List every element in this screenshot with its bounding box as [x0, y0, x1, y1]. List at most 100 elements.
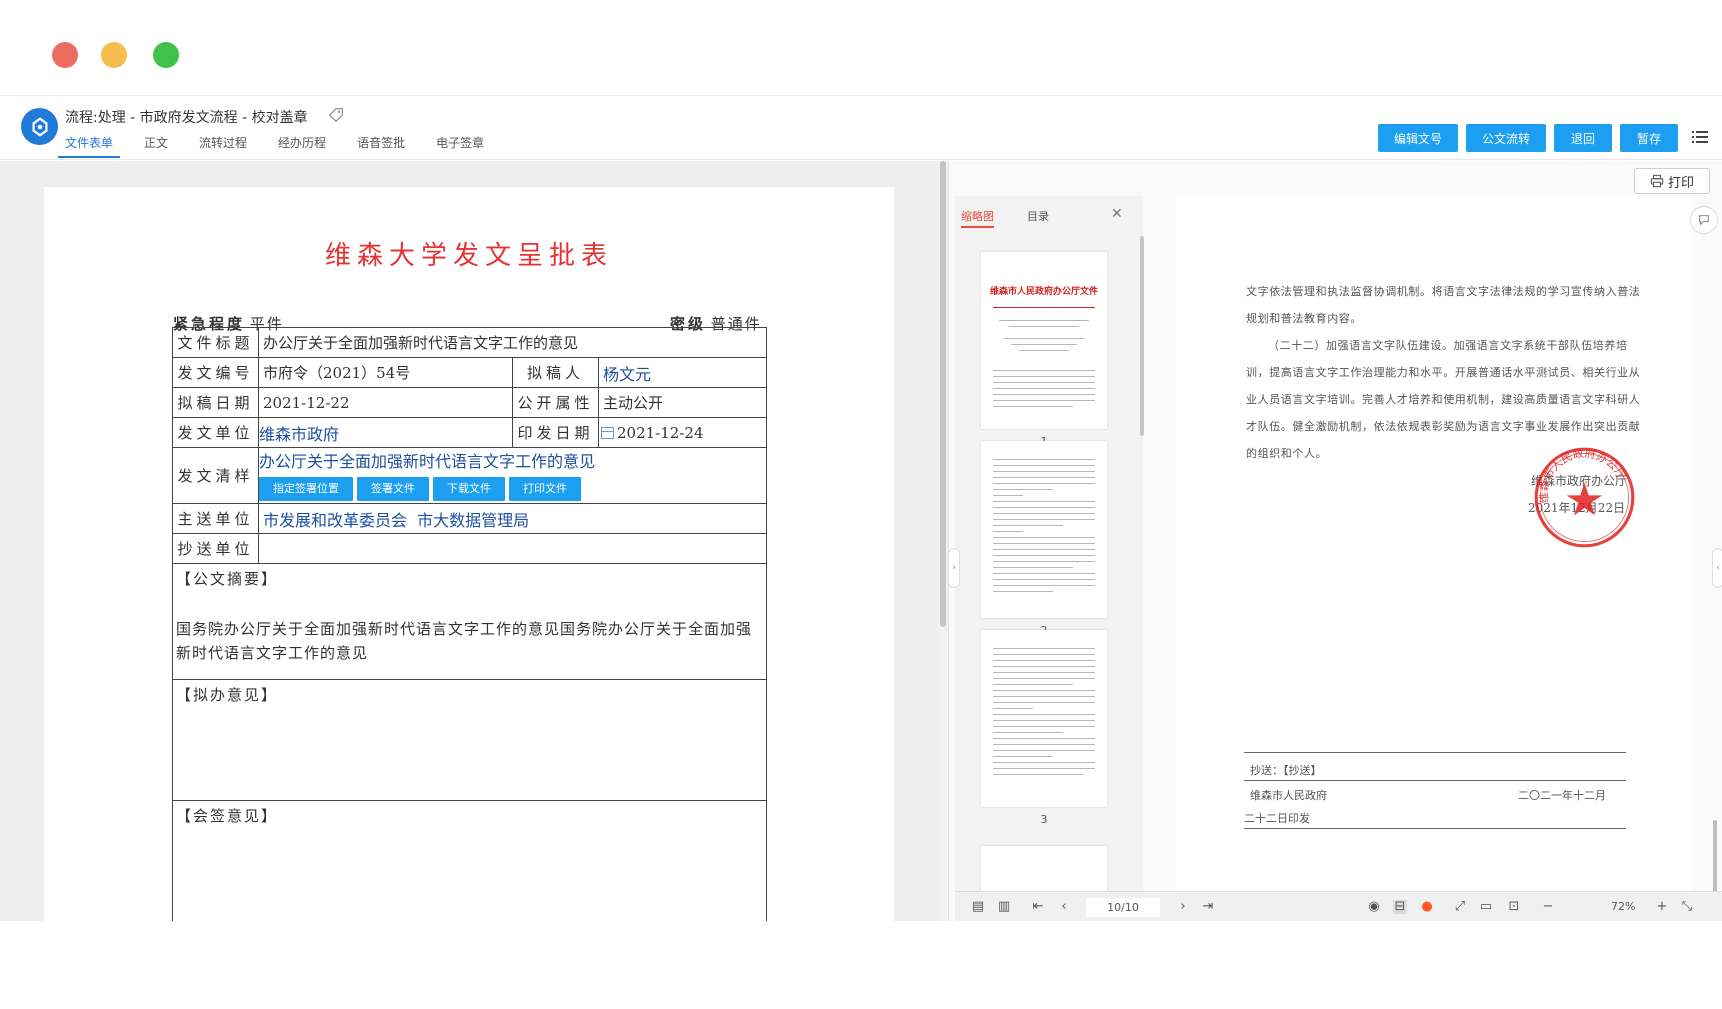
tab-voice-sign[interactable]: 语音签批 — [350, 134, 412, 158]
save-draft-button[interactable]: 暂存 — [1620, 124, 1678, 152]
first-page-icon[interactable]: ⇤ — [1031, 900, 1045, 914]
actual-size-icon[interactable]: ⊡ — [1507, 900, 1521, 914]
draft-date-label: 拟稿日期 — [172, 387, 259, 418]
doc-number-label: 发文编号 — [172, 357, 259, 388]
fit-width-icon[interactable]: ▭ — [1479, 900, 1493, 914]
maximize-window-button[interactable] — [153, 42, 179, 68]
table-row: 发文单位 维森市政府 印发日期 2021-12-24 — [172, 417, 767, 448]
draft-opinion-section[interactable]: 【拟办意见】 — [172, 679, 767, 801]
table-row: 【拟办意见】 — [172, 679, 767, 801]
table-row: 【会签意见】 — [172, 800, 767, 921]
record-icon[interactable]: ● — [1420, 900, 1434, 914]
table-row: 文件标题 办公厅关于全面加强新时代语言文字工作的意见 — [172, 327, 767, 358]
tab-form[interactable]: 文件表单 — [58, 134, 121, 158]
fit-page-icon[interactable]: ⤢ — [1453, 900, 1467, 914]
thumbnail-red-header: 维森市人民政府办公厅文件 — [989, 287, 1098, 297]
issue-date-part2: 二十二日印发 — [1244, 812, 1310, 825]
public-attr-label: 公开属性 — [512, 387, 599, 418]
issuing-unit-label: 发文单位 — [172, 417, 259, 448]
zoom-level: 72% — [1611, 900, 1636, 913]
clean-copy-link[interactable]: 办公厅关于全面加强新时代语言文字工作的意见 — [259, 450, 766, 475]
tab-flow-process[interactable]: 流转过程 — [192, 134, 254, 158]
official-seal: 维森市人民政府办公厅 — [1534, 446, 1635, 548]
download-file-button[interactable]: 下载文件 — [433, 477, 505, 501]
page-thumbnail-4[interactable] — [981, 846, 1107, 891]
approval-sheet: 维森大学发文呈批表 紧急程度 平件 密级 普通件 文件标题 办公厅关于全面加强新… — [44, 187, 894, 921]
doc-paragraph: 文字依法管理和执法监督协调机制。将语言文字法律法规的学习宣传纳入普法规划和普法教… — [1246, 285, 1641, 325]
window-titlebar — [0, 0, 1722, 96]
clean-copy-actions: 指定签署位置 签署文件 下载文件 打印文件 — [259, 475, 766, 501]
close-window-button[interactable] — [52, 42, 78, 68]
doc-circulate-button[interactable]: 公文流转 — [1466, 124, 1546, 152]
close-icon[interactable]: ✕ — [1111, 206, 1123, 222]
thumbnail-scrollbar[interactable] — [1140, 236, 1144, 436]
countersign-heading: 【会签意见】 — [176, 807, 279, 825]
next-page-icon[interactable]: › — [1176, 900, 1190, 914]
menu-list-icon[interactable] — [1692, 130, 1708, 144]
table-row: 主送单位 市发展和改革委员会 市大数据管理局 — [172, 503, 767, 534]
fullscreen-icon[interactable]: ⤡ — [1680, 900, 1694, 914]
doc-title-field[interactable]: 办公厅关于全面加强新时代语言文字工作的意见 — [258, 327, 767, 358]
cc-unit-field[interactable] — [258, 533, 767, 564]
fit-height-icon[interactable]: ⊟ — [1393, 900, 1407, 914]
doc-title-label: 文件标题 — [172, 327, 259, 358]
print-label: 打印 — [1667, 175, 1694, 191]
collapse-thumbnails-button[interactable]: › — [948, 548, 960, 588]
form-scrollbar-thumb[interactable] — [940, 161, 946, 627]
cc-unit-label: 抄送单位 — [172, 533, 259, 564]
form-tabs: 文件表单 正文 流转过程 经办历程 语音签批 电子签章 — [58, 134, 508, 158]
edit-doc-number-button[interactable]: 编辑文号 — [1378, 124, 1458, 152]
minimize-window-button[interactable] — [101, 42, 127, 68]
assign-sign-position-button[interactable]: 指定签署位置 — [259, 477, 353, 501]
prev-page-icon[interactable]: ‹ — [1057, 900, 1071, 914]
comment-icon[interactable] — [1690, 206, 1718, 234]
zoom-out-icon[interactable]: − — [1541, 900, 1555, 914]
draft-opinion-heading: 【拟办意见】 — [176, 686, 279, 704]
table-row: 拟稿日期 2021-12-22 公开属性 主动公开 — [172, 387, 767, 418]
double-page-view-icon[interactable]: ▥ — [997, 900, 1011, 914]
summary-heading: 【公文摘要】 — [176, 570, 279, 588]
draft-date-field[interactable]: 2021-12-22 — [258, 387, 513, 418]
thumbnail-tabs: 缩略图 目录 ✕ — [955, 196, 1143, 234]
page-thumbnail-1[interactable]: 维森市人民政府办公厅文件 — [981, 252, 1107, 429]
tab-toc[interactable]: 目录 — [1027, 208, 1049, 224]
public-attr-field[interactable]: 主动公开 — [598, 387, 767, 418]
table-row: 【公文摘要】 国务院办公厅关于全面加强新时代语言文字工作的意见国务院办公厅关于全… — [172, 563, 767, 680]
tag-edit-icon[interactable] — [327, 106, 345, 124]
print-file-button[interactable]: 打印文件 — [509, 477, 581, 501]
issuing-unit-field[interactable]: 维森市政府 — [258, 417, 513, 448]
main-recipient-field[interactable]: 市发展和改革委员会 市大数据管理局 — [258, 503, 767, 534]
last-page-icon[interactable]: ⇥ — [1201, 900, 1215, 914]
sheet-title: 维森大学发文呈批表 — [324, 241, 613, 271]
tab-e-signature[interactable]: 电子签章 — [429, 134, 491, 158]
drafter-field[interactable]: 杨文元 — [598, 357, 767, 388]
thumbnail-panel: 缩略图 目录 ✕ 维森市人民政府办公厅文件 1 2 — [955, 196, 1144, 891]
print-button[interactable]: 打印 — [1634, 168, 1710, 194]
summary-section[interactable]: 【公文摘要】 国务院办公厅关于全面加强新时代语言文字工作的意见国务院办公厅关于全… — [172, 563, 767, 680]
calendar-icon[interactable] — [601, 426, 614, 439]
form-scrollbar[interactable] — [938, 161, 948, 921]
table-row: 发文清样 办公厅关于全面加强新时代语言文字工作的意见 指定签署位置 签署文件 下载文… — [172, 447, 767, 504]
flow-title: 流程:处理 - 市政府发文流程 - 校对盖章 — [65, 110, 308, 126]
page-thumbnail-2[interactable] — [981, 441, 1107, 618]
zoom-in-icon[interactable]: + — [1655, 900, 1669, 914]
expand-side-panel-button[interactable]: ‹ — [1712, 548, 1722, 588]
tab-history[interactable]: 经办历程 — [271, 134, 333, 158]
countersign-section[interactable]: 【会签意见】 — [172, 800, 767, 921]
print-date-value: 2021-12-24 — [617, 423, 704, 442]
print-date-cell[interactable]: 2021-12-24 — [598, 417, 767, 448]
tab-thumbnails[interactable]: 缩略图 — [961, 208, 994, 228]
tab-body[interactable]: 正文 — [137, 134, 175, 158]
single-page-view-icon[interactable]: ▤ — [971, 900, 985, 914]
page-number-input[interactable] — [1086, 898, 1160, 917]
return-button[interactable]: 退回 — [1554, 124, 1612, 152]
doc-number-field[interactable]: 市府令（2021）54号 — [258, 357, 513, 388]
eye-icon[interactable]: ◉ — [1367, 900, 1381, 914]
issue-date-part1: 二〇二一年十二月 — [1518, 789, 1606, 802]
sign-file-button[interactable]: 签署文件 — [357, 477, 429, 501]
page-number-3: 3 — [1040, 813, 1048, 826]
clean-copy-cell: 办公厅关于全面加强新时代语言文字工作的意见 指定签署位置 签署文件 下载文件 打印文件 — [258, 447, 767, 504]
document-page: 文字依法管理和执法监督协调机制。将语言文字法律法规的学习宣传纳入普法规划和普法教… — [1176, 196, 1692, 891]
page-thumbnail-3[interactable] — [981, 630, 1107, 807]
summary-text: 国务院办公厅关于全面加强新时代语言文字工作的意见国务院办公厅关于全面加强新时代语… — [176, 620, 753, 662]
